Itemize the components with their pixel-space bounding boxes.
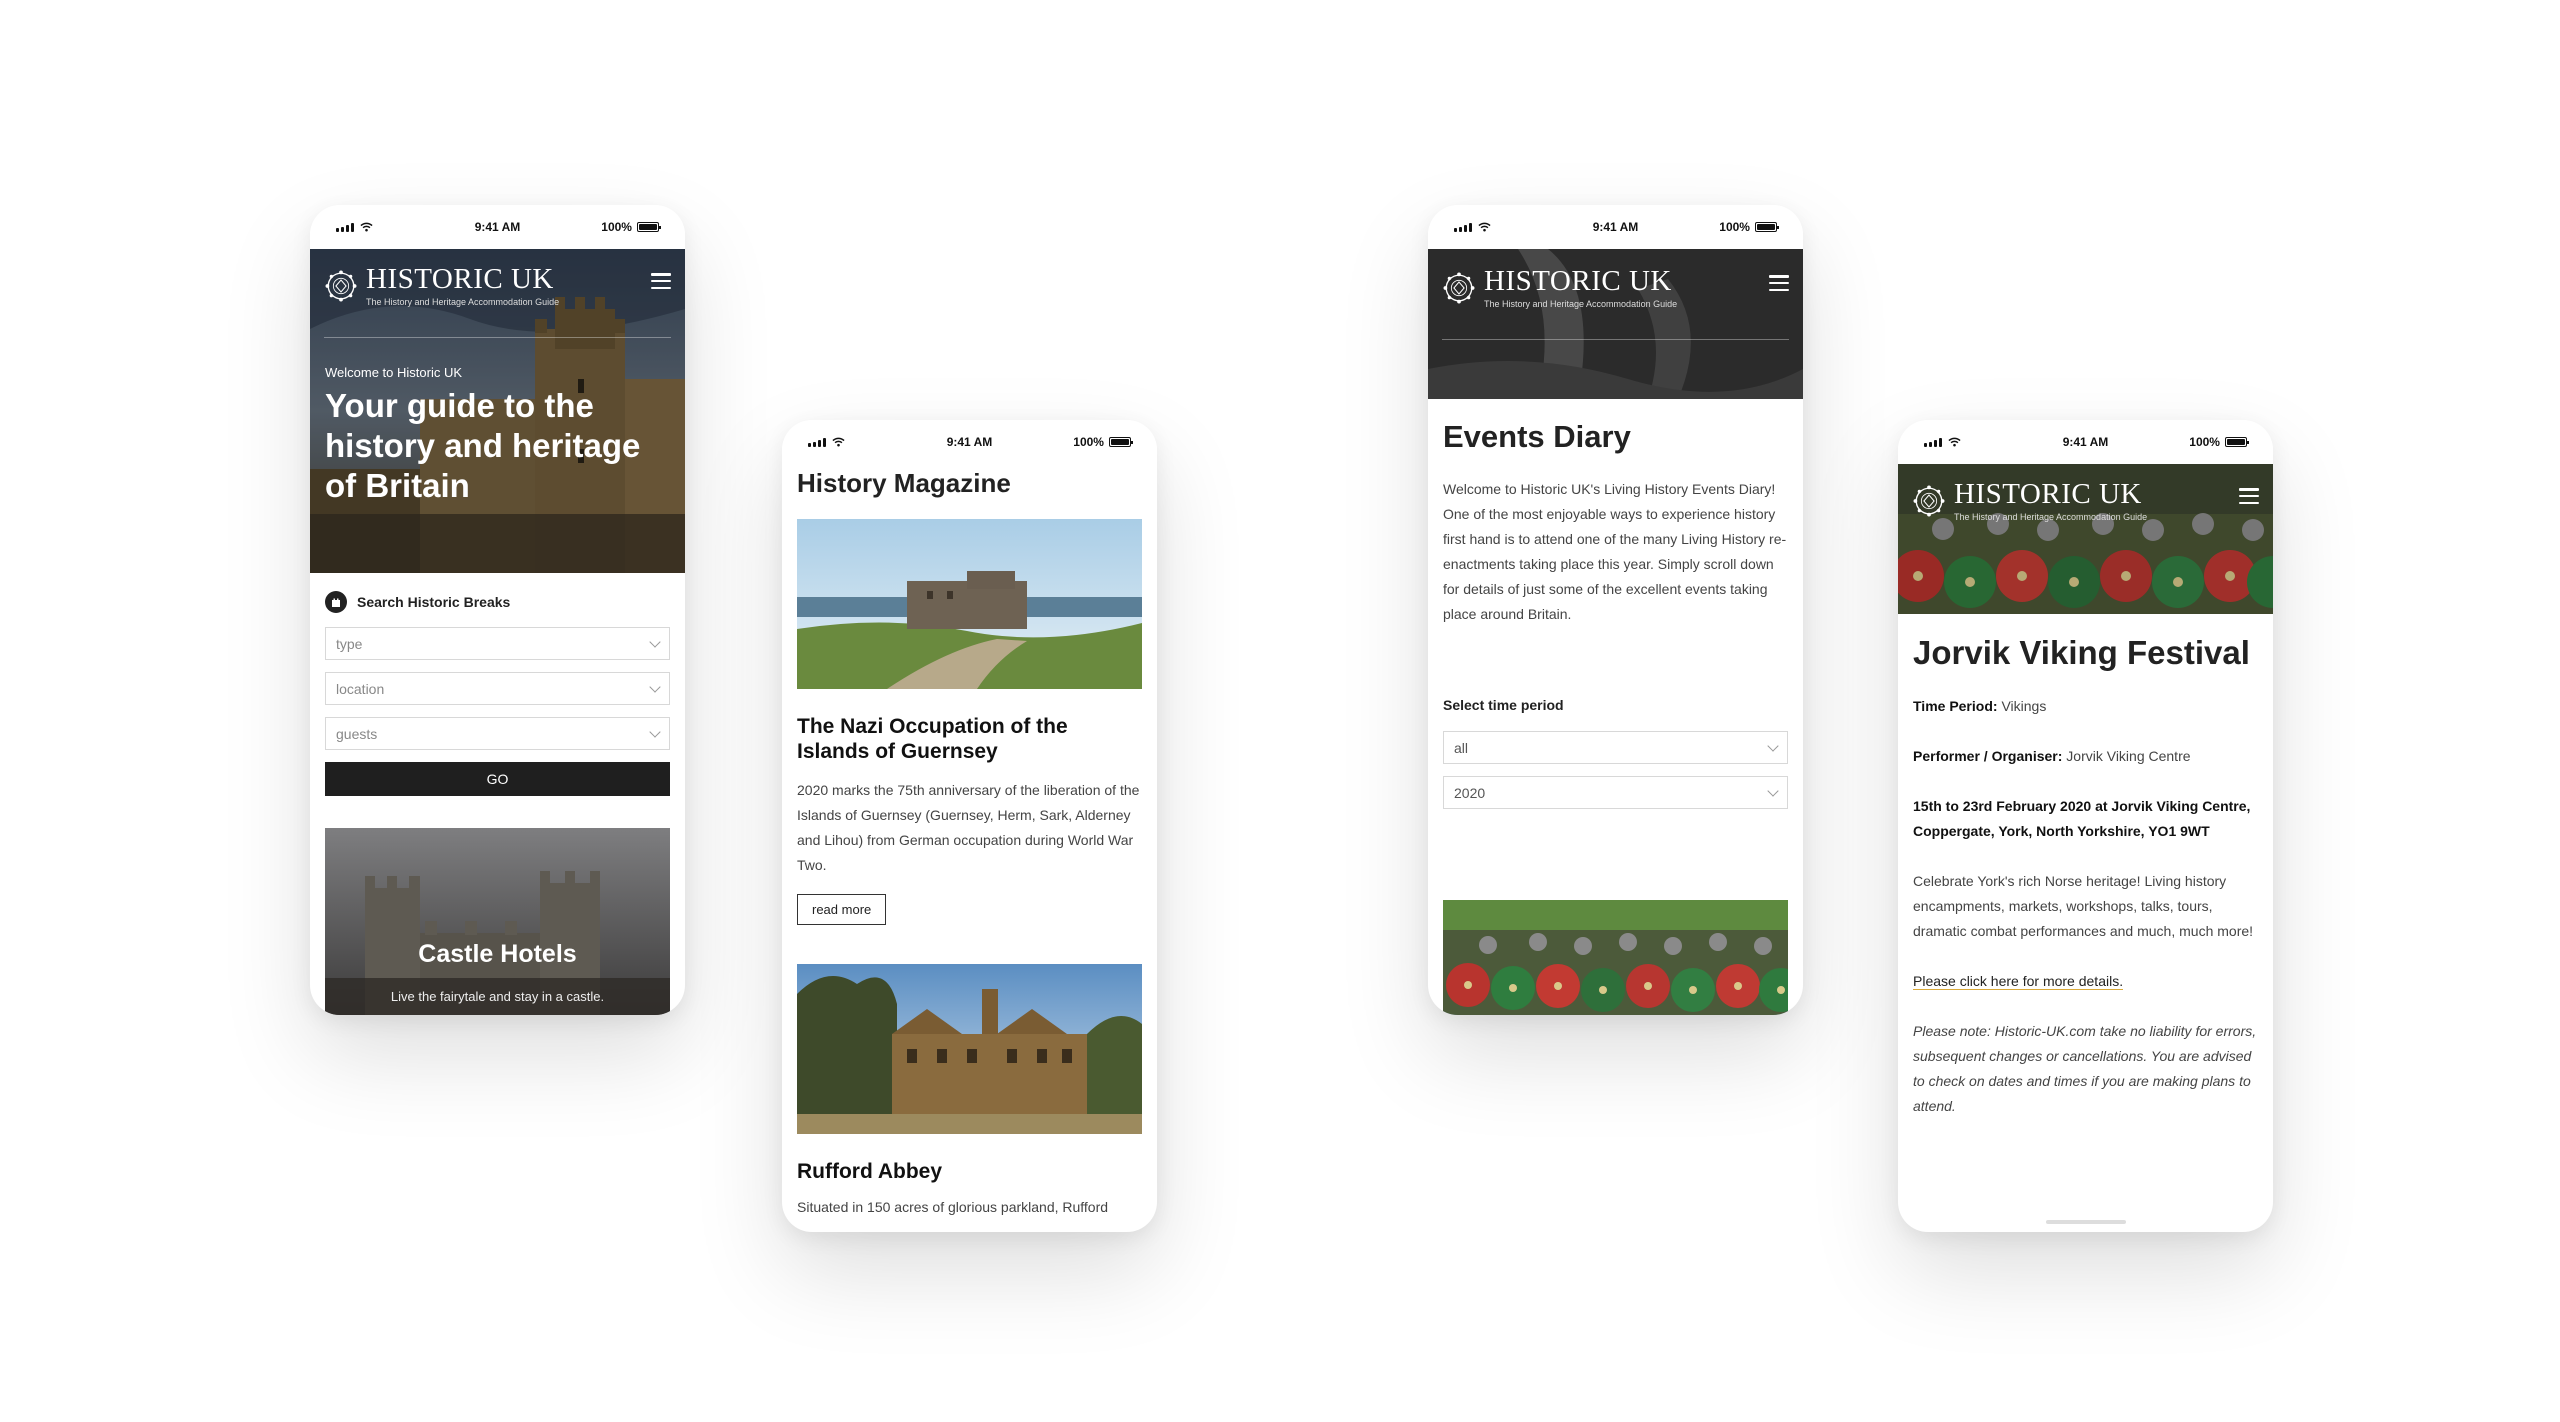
hamburger-menu-icon[interactable]: [1769, 275, 1789, 291]
site-logo[interactable]: HISTORIC UK The History and Heritage Acc…: [1912, 480, 2147, 522]
time-period-label: Time Period:: [1913, 698, 1998, 714]
battery-percent: 100%: [1719, 220, 1750, 234]
page-title: History Magazine: [797, 468, 1011, 498]
event-hero: HISTORIC UK The History and Heritage Acc…: [1898, 464, 2273, 614]
organiser-value: Jorvik Viking Centre: [2066, 748, 2191, 764]
chevron-down-icon: [1767, 739, 1779, 752]
status-time: 9:41 AM: [474, 220, 521, 234]
phone-events: 9:41 AM 100% HISTORIC UK The History and…: [1428, 205, 1803, 1015]
chevron-down-icon: [649, 725, 661, 738]
liability-note: Please note: Historic-UK.com take no lia…: [1913, 1023, 2257, 1114]
article-title[interactable]: Rufford Abbey: [797, 1159, 1142, 1184]
organiser-label: Performer / Organiser:: [1913, 748, 2063, 764]
type-select[interactable]: type: [325, 627, 670, 660]
signal-icon: [808, 437, 826, 447]
hero-divider: [324, 337, 671, 338]
time-period-value: all: [1454, 739, 1469, 756]
wreath-logo-icon: [1442, 271, 1476, 305]
wifi-icon: [1948, 437, 1961, 447]
wreath-logo-icon: [1912, 484, 1946, 518]
signal-icon: [336, 222, 354, 232]
castle-hotels-card[interactable]: Castle Hotels Live the fairytale and sta…: [325, 828, 670, 1015]
type-select-value: type: [336, 635, 363, 652]
article-card: Rufford Abbey Situated in 150 acres of g…: [797, 964, 1142, 1219]
guests-select[interactable]: guests: [325, 717, 670, 750]
search-panel: Search Historic Breaks type location gue…: [310, 573, 685, 796]
article-excerpt: 2020 marks the 75th anniversary of the l…: [797, 782, 1140, 874]
logo-tagline: The History and Heritage Accommodation G…: [366, 297, 560, 307]
year-select[interactable]: 2020: [1443, 776, 1788, 809]
battery-icon: [1754, 222, 1779, 232]
event-description: Celebrate York's rich Norse heritage! Li…: [1913, 873, 2254, 939]
castle-hotels-image: [325, 828, 670, 1015]
battery-percent: 100%: [601, 220, 632, 234]
chevron-down-icon: [649, 680, 661, 693]
organiser-row: Performer / Organiser: Jorvik Viking Cen…: [1913, 744, 2258, 769]
status-bar: 9:41 AM 100%: [1898, 420, 2273, 464]
page-title: Events Diary: [1443, 419, 1631, 454]
battery-icon: [2224, 437, 2249, 447]
signal-icon: [1924, 437, 1942, 447]
battery-icon: [636, 222, 661, 232]
year-value: 2020: [1454, 784, 1486, 801]
time-period-value: Vikings: [2001, 698, 2047, 714]
abbey-article-image[interactable]: [797, 964, 1142, 1135]
wifi-icon: [832, 437, 845, 447]
site-logo[interactable]: HISTORIC UK The History and Heritage Acc…: [1442, 267, 1677, 309]
go-button[interactable]: GO: [325, 762, 670, 796]
article-title[interactable]: The Nazi Occupation of the Islands of Gu…: [797, 714, 1142, 764]
castle-hotels-title: Castle Hotels: [418, 940, 577, 968]
wifi-icon: [360, 222, 373, 232]
chevron-down-icon: [1767, 784, 1779, 797]
signal-icon: [1454, 222, 1472, 232]
page-title: Jorvik Viking Festival: [1913, 634, 2250, 671]
battery-percent: 100%: [1073, 435, 1104, 449]
event-date-location: 15th to 23rd February 2020 at Jorvik Vik…: [1913, 798, 2251, 839]
hero-divider: [1442, 339, 1789, 340]
time-period-row: Time Period: Vikings: [1913, 694, 2258, 719]
logo-tagline: The History and Heritage Accommodation G…: [1954, 512, 2148, 522]
logo-name: HISTORIC UK: [366, 263, 554, 295]
time-period-label: Select time period: [1443, 697, 1564, 713]
location-select[interactable]: location: [325, 672, 670, 705]
hero-headline: Your guide to the history and heritage o…: [325, 387, 641, 504]
hamburger-menu-icon[interactable]: [651, 273, 671, 289]
logo-tagline: The History and Heritage Accommodation G…: [1484, 299, 1678, 309]
events-header: HISTORIC UK The History and Heritage Acc…: [1428, 249, 1803, 399]
status-bar: 9:41 AM 100%: [1428, 205, 1803, 249]
status-time: 9:41 AM: [2062, 435, 2109, 449]
events-intro: Welcome to Historic UK's Living History …: [1443, 481, 1787, 622]
castle-hotels-subtitle: Live the fairytale and stay in a castle.: [390, 989, 605, 1004]
home-hero: HISTORIC UK The History and Heritage Acc…: [310, 249, 685, 573]
search-title: Search Historic Breaks: [357, 594, 511, 610]
status-bar: 9:41 AM 100%: [782, 420, 1157, 464]
phone-home: 9:41 AM 100% HISTORIC UK The History and…: [310, 205, 685, 1015]
status-time: 9:41 AM: [946, 435, 993, 449]
wreath-logo-icon: [324, 269, 358, 303]
chevron-down-icon: [649, 635, 661, 648]
phone-magazine: 9:41 AM 100% History Magazine The Nazi O…: [782, 420, 1157, 1232]
location-select-value: location: [336, 680, 385, 697]
wifi-icon: [1478, 222, 1491, 232]
logo-name: HISTORIC UK: [1954, 478, 2142, 510]
hamburger-menu-icon[interactable]: [2239, 488, 2259, 504]
home-indicator: [2045, 1220, 2126, 1224]
guests-select-value: guests: [336, 725, 378, 742]
welcome-text: Welcome to Historic UK: [325, 365, 463, 380]
site-logo[interactable]: HISTORIC UK The History and Heritage Acc…: [324, 265, 559, 307]
article-excerpt: Situated in 150 acres of glorious parkla…: [797, 1198, 1109, 1215]
status-bar: 9:41 AM 100%: [310, 205, 685, 249]
article-card: The Nazi Occupation of the Islands of Gu…: [797, 519, 1142, 926]
logo-name: HISTORIC UK: [1484, 265, 1672, 297]
viking-event-image[interactable]: [1443, 900, 1788, 1015]
status-time: 9:41 AM: [1592, 220, 1639, 234]
phone-event-detail: 9:41 AM 100% HISTORIC UK The History and…: [1898, 420, 2273, 1232]
read-more-button[interactable]: read more: [797, 894, 887, 926]
castle-icon: [325, 591, 347, 613]
time-period-select[interactable]: all: [1443, 731, 1788, 764]
fort-article-image[interactable]: [797, 519, 1142, 689]
battery-icon: [1108, 437, 1133, 447]
battery-percent: 100%: [2189, 435, 2220, 449]
more-details-link[interactable]: Please click here for more details.: [1913, 973, 2124, 990]
